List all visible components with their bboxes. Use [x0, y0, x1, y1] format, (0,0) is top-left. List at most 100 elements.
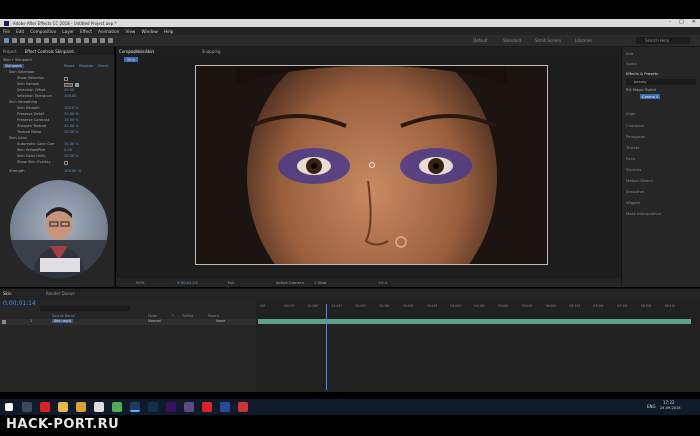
eye-icon[interactable] — [2, 320, 6, 324]
menu-view[interactable]: View — [125, 29, 135, 34]
layer-duration-bar[interactable] — [258, 319, 691, 324]
clock-date[interactable]: 24.09.2018 — [660, 406, 681, 410]
timeline-search-input[interactable] — [40, 306, 130, 311]
panel-paint[interactable]: Paint — [626, 156, 635, 161]
exposure-value[interactable]: +0.0 — [378, 280, 387, 285]
roto-brush-tool-icon[interactable] — [100, 38, 105, 43]
panel-align[interactable]: Align — [626, 111, 636, 116]
camera-dropdown[interactable]: Active Camera — [276, 280, 304, 285]
selection-tool-icon[interactable] — [4, 38, 9, 43]
fx-value[interactable]: 100.00 % — [64, 169, 81, 173]
panel-character[interactable]: Character — [626, 123, 645, 128]
menu-help[interactable]: Help — [164, 29, 174, 34]
menu-edit[interactable]: Edit — [16, 29, 24, 34]
menu-composition[interactable]: Composition — [30, 29, 56, 34]
fx-value[interactable]: 100.0 % — [64, 106, 79, 110]
fx-group-label[interactable]: RG Magic Bullet — [626, 87, 656, 92]
view-layout-dropdown[interactable]: 1 View — [314, 280, 327, 285]
workspace-small-screen[interactable]: Small Screen — [535, 38, 561, 43]
panel-wiggler[interactable]: Wiggler — [626, 200, 641, 205]
fx-value[interactable]: 20.00 % — [64, 130, 79, 134]
premiere-icon[interactable] — [166, 402, 176, 412]
menu-layer[interactable]: Layer — [62, 29, 74, 34]
resolution-dropdown[interactable]: Full — [228, 280, 235, 285]
zoom-tool-icon[interactable] — [20, 38, 25, 43]
layer-mode-dropdown[interactable]: Normal — [148, 319, 161, 323]
workspace-standard[interactable]: Standard — [503, 38, 521, 43]
timeline-tracks[interactable]: 00f 00:15f 01:00f 01:15f 02:00f 02:15f 03:00f 0… — [256, 300, 700, 392]
maximize-button[interactable]: □ — [679, 19, 684, 25]
file-explorer-icon[interactable] — [58, 402, 68, 412]
timeline-tab[interactable]: Skin — [3, 291, 12, 296]
eraser-tool-icon[interactable] — [92, 38, 97, 43]
puppet-tool-icon[interactable] — [108, 38, 113, 43]
fx-value[interactable]: 70.00 % — [64, 142, 79, 146]
fx-value[interactable]: 20.00 % — [64, 154, 79, 158]
effects-search-input[interactable]: beauty — [626, 79, 696, 85]
minimize-button[interactable]: – — [669, 19, 672, 25]
table-row[interactable]: 1 Skin.mp4 Normal None — [0, 319, 256, 325]
clone-tool-icon[interactable] — [84, 38, 89, 43]
opera-icon[interactable] — [40, 402, 50, 412]
browser-icon[interactable] — [76, 402, 86, 412]
menu-animation[interactable]: Animation — [98, 29, 119, 34]
app-icon[interactable] — [184, 402, 194, 412]
render-queue-tab[interactable]: Render Queue — [46, 291, 75, 296]
photoshop-icon[interactable] — [148, 402, 158, 412]
reset-link[interactable]: Reset — [64, 64, 74, 68]
search-icon[interactable] — [22, 402, 32, 412]
layer-name[interactable]: Skin.mp4 — [52, 319, 73, 323]
fx-value[interactable]: 0.00 — [64, 148, 72, 152]
fx-row[interactable]: Skin Color — [9, 136, 27, 140]
fx-value[interactable]: 100.00 — [64, 94, 77, 98]
menu-file[interactable]: File — [3, 29, 10, 34]
panel-mask-interpolation[interactable]: Mask Interpolation — [626, 211, 661, 216]
menu-window[interactable]: Window — [141, 29, 158, 34]
windows-start-icon[interactable] — [5, 403, 13, 411]
clock-time[interactable]: 17:22 — [663, 400, 675, 405]
fx-item[interactable]: Cosmo II — [640, 94, 661, 99]
camera-tool-icon[interactable] — [36, 38, 41, 43]
after-effects-taskbar-icon[interactable] — [130, 402, 140, 412]
tab-layer[interactable]: Layer (none) — [129, 49, 155, 54]
fx-value[interactable]: 20.00 — [64, 88, 74, 92]
workspace-libraries[interactable]: Libraries — [575, 38, 592, 43]
layer-parent-dropdown[interactable]: None — [216, 319, 225, 323]
show-skin-overlay-checkbox[interactable] — [64, 161, 68, 165]
panel-smoother[interactable]: Smoother — [626, 189, 645, 194]
current-time-indicator[interactable] — [326, 304, 327, 390]
brush-tool-icon[interactable] — [76, 38, 81, 43]
comp-timecode[interactable]: 0;00;01;14 — [177, 280, 198, 285]
workspace-default[interactable]: Default — [473, 38, 488, 43]
comp-subtab[interactable]: Skin — [124, 57, 139, 62]
panel-motion-sketch[interactable]: Motion Sketch — [626, 178, 653, 183]
register-link[interactable]: Register — [79, 64, 94, 68]
fx-value[interactable]: 25.00 % — [64, 124, 79, 128]
chrome-icon[interactable] — [112, 402, 122, 412]
fx-value[interactable]: 70.00 % — [64, 112, 79, 116]
tab-effect-controls[interactable]: Effect Controls Skinpaint — [25, 49, 74, 54]
snapping-label[interactable]: Snapping — [202, 49, 221, 54]
search-help-input[interactable]: Search Help — [636, 37, 690, 44]
opera-icon[interactable] — [202, 402, 212, 412]
rotate-tool-icon[interactable] — [28, 38, 33, 43]
panel-tracker[interactable]: Tracker — [626, 145, 640, 150]
pan-behind-tool-icon[interactable] — [44, 38, 49, 43]
tab-project[interactable]: Project — [3, 49, 17, 54]
word-icon[interactable] — [220, 402, 230, 412]
anchor-point-icon[interactable] — [369, 162, 375, 168]
about-link[interactable]: About — [98, 64, 109, 68]
panel-paragraph[interactable]: Paragraph — [626, 134, 645, 139]
fx-row[interactable]: Skin Smoothing — [9, 100, 37, 104]
fx-row[interactable]: Skin Selection — [9, 70, 34, 74]
text-tool-icon[interactable] — [68, 38, 73, 43]
panel-effects-presets[interactable]: Effects & Presets — [626, 71, 658, 76]
time-ruler[interactable]: 00f 00:15f 01:00f 01:15f 02:00f 02:15f 03:00f 0… — [256, 304, 700, 310]
close-button[interactable]: ✕ — [692, 19, 696, 25]
app-icon[interactable] — [94, 402, 104, 412]
panel-brushes[interactable]: Brushes — [626, 167, 641, 172]
show-selection-checkbox[interactable] — [64, 77, 68, 81]
timeline-timecode[interactable]: 0;00;01;14 — [3, 300, 36, 307]
menu-effect[interactable]: Effect — [80, 29, 92, 34]
eyedropper-icon[interactable] — [75, 83, 79, 87]
